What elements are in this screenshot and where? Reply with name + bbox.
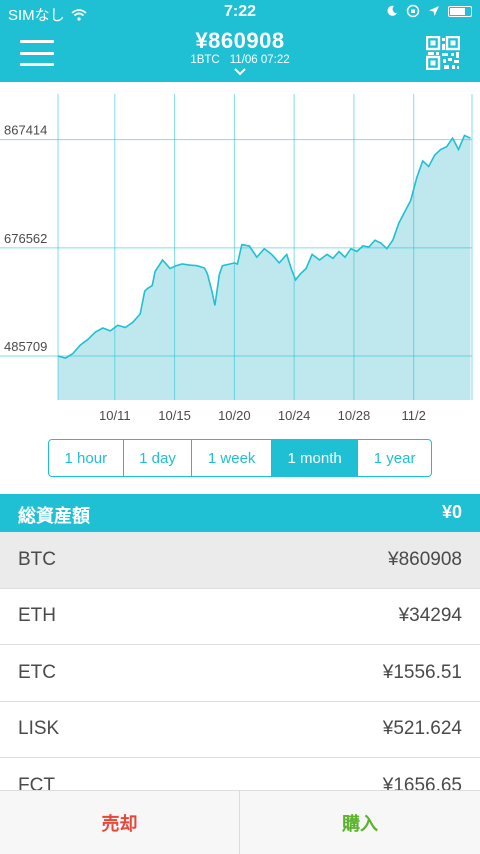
orientation-lock-icon bbox=[406, 4, 420, 18]
range-1-day[interactable]: 1 day bbox=[124, 440, 193, 476]
asset-row-lisk[interactable]: LISK ¥521.624 bbox=[0, 701, 480, 758]
sell-button[interactable]: 売却 bbox=[0, 791, 240, 854]
asset-row-etc[interactable]: ETC ¥1556.51 bbox=[0, 645, 480, 702]
asset-price: ¥1656.65 bbox=[382, 774, 462, 790]
price-chart[interactable]: 867414 676562 485709 10/11 10/15 10/20 10/24 10… bbox=[0, 82, 480, 432]
asset-symbol: ETC bbox=[18, 661, 56, 683]
y-tick-label: 676562 bbox=[4, 231, 47, 246]
app-root: SIMなし 7:22 ¥860908 1BTC 11/06 07:22 8674… bbox=[0, 0, 480, 854]
moon-icon bbox=[387, 5, 397, 16]
price-area-fill bbox=[58, 135, 471, 400]
battery-icon bbox=[448, 5, 472, 17]
range-1-month[interactable]: 1 month bbox=[271, 440, 359, 476]
bottom-action-bar: 売却 購入 bbox=[0, 790, 480, 854]
asset-list: BTC ¥860908 ETH ¥34294 ETC ¥1556.51 LISK… bbox=[0, 532, 480, 790]
total-assets-label: 総資産額 bbox=[18, 506, 90, 526]
price-chart-svg: 867414 676562 485709 10/11 10/15 10/20 10/24 10… bbox=[0, 94, 473, 423]
asset-row-eth[interactable]: ETH ¥34294 bbox=[0, 588, 480, 645]
header: ¥860908 1BTC 11/06 07:22 bbox=[0, 26, 480, 82]
total-assets-value: ¥0 bbox=[441, 502, 462, 522]
asset-symbol: FCT bbox=[18, 774, 55, 790]
x-tick-label: 10/24 bbox=[278, 408, 311, 423]
total-assets-bar: 総資産額 ¥0 bbox=[0, 494, 480, 532]
chevron-down-icon[interactable] bbox=[232, 67, 248, 77]
asset-price: ¥860908 bbox=[388, 548, 462, 570]
asset-symbol: ETH bbox=[18, 605, 56, 627]
x-tick-label: 10/11 bbox=[99, 408, 131, 423]
asset-symbol: BTC bbox=[18, 548, 56, 570]
header-timestamp: 11/06 07:22 bbox=[229, 54, 290, 66]
x-tick-label: 10/28 bbox=[338, 408, 371, 423]
header-subtitle[interactable]: 1BTC 11/06 07:22 bbox=[0, 54, 480, 66]
asset-row-fct[interactable]: FCT ¥1656.65 bbox=[0, 758, 480, 790]
header-unit: 1BTC bbox=[190, 54, 220, 66]
status-right bbox=[386, 4, 472, 18]
qr-code-icon[interactable] bbox=[426, 36, 460, 70]
location-icon bbox=[429, 6, 439, 16]
asset-price: ¥1556.51 bbox=[382, 661, 462, 683]
range-1-hour[interactable]: 1 hour bbox=[49, 440, 124, 476]
y-tick-label: 485709 bbox=[4, 339, 47, 354]
asset-symbol: LISK bbox=[18, 718, 60, 740]
x-tick-label: 10/15 bbox=[158, 408, 191, 423]
asset-price: ¥34294 bbox=[398, 605, 462, 627]
y-tick-label: 867414 bbox=[4, 123, 47, 138]
x-tick-label: 10/20 bbox=[218, 408, 251, 423]
status-bar: SIMなし 7:22 bbox=[0, 0, 480, 26]
x-tick-label: 11/2 bbox=[402, 408, 426, 423]
range-1-year[interactable]: 1 year bbox=[358, 440, 431, 476]
asset-row-btc[interactable]: BTC ¥860908 bbox=[0, 532, 480, 589]
asset-price: ¥521.624 bbox=[382, 718, 462, 740]
header-price[interactable]: ¥860908 bbox=[0, 28, 480, 54]
buy-button[interactable]: 購入 bbox=[240, 791, 480, 854]
range-1-week[interactable]: 1 week bbox=[192, 440, 272, 476]
range-selector: 1 hour 1 day 1 week 1 month 1 year bbox=[48, 439, 432, 477]
